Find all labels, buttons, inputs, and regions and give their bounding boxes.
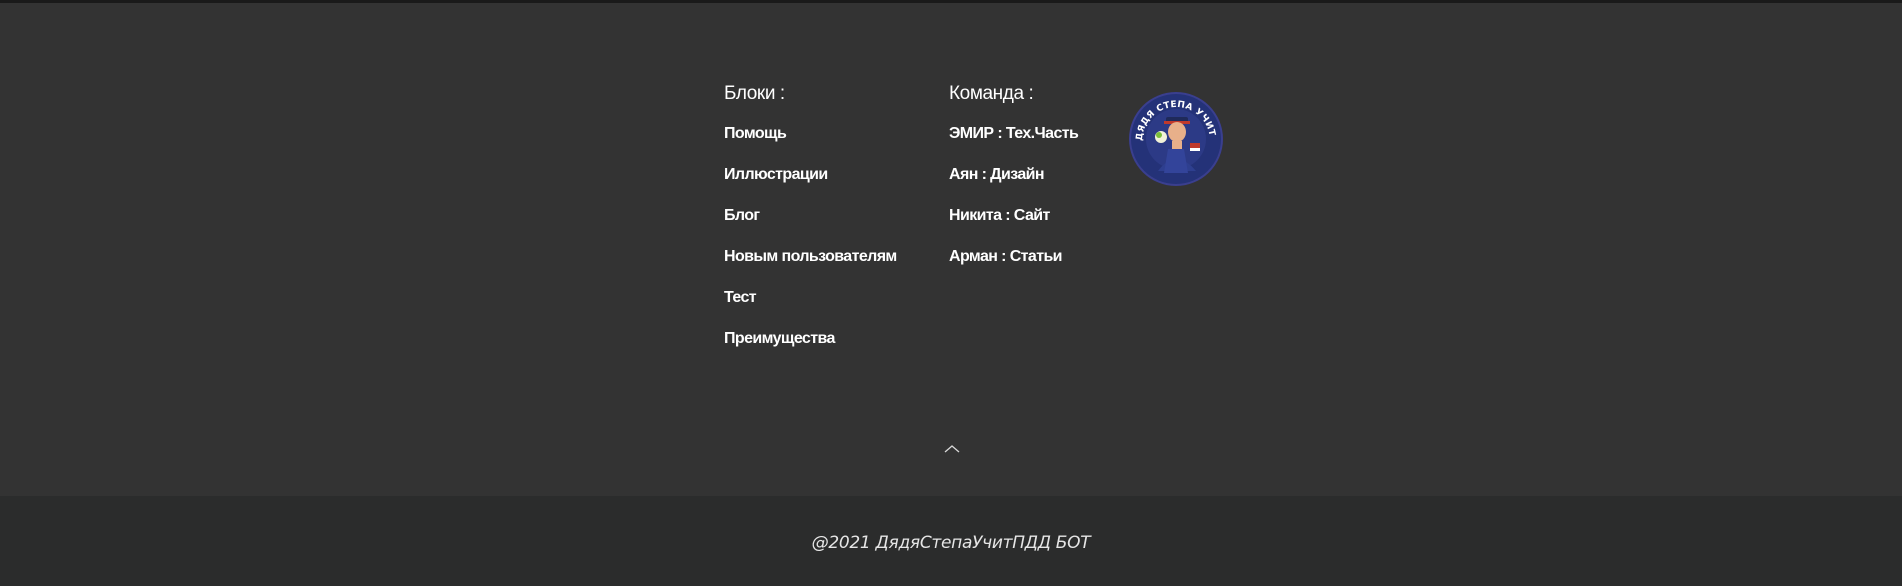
chevron-up-icon: [944, 445, 960, 453]
list-item: Арман : Статьи: [949, 247, 1078, 288]
team-member-emir: ЭМИР : Тех.Часть: [949, 125, 1079, 142]
list-item: Аян : Дизайн: [949, 165, 1078, 206]
list-item: Иллюстрации: [724, 165, 897, 206]
list-item: Блог: [724, 206, 897, 247]
list-item: Преимущества: [724, 329, 897, 370]
copyright-text: @2021 ДядяСтепаУчитПДД БОТ: [811, 533, 1091, 553]
blocks-column: Блоки : Помощь Иллюстрации Блог Новым по…: [724, 83, 897, 370]
list-item: Тест: [724, 288, 897, 329]
list-item: Новым пользователям: [724, 247, 897, 288]
link-test[interactable]: Тест: [724, 289, 757, 306]
logo-badge: ДЯДЯ СТЕПА УЧИТ ПДД: [1124, 84, 1223, 186]
footer-bottom: @2021 ДядяСтепаУчитПДД БОТ: [0, 496, 1902, 586]
logo: ДЯДЯ СТЕПА УЧИТ ПДД: [1124, 84, 1224, 187]
link-advantages[interactable]: Преимущества: [724, 330, 835, 347]
list-item: ЭМИР : Тех.Часть: [949, 124, 1079, 165]
team-list: ЭМИР : Тех.Часть Аян : Дизайн Никита : С…: [949, 124, 1079, 288]
team-member-arman: Арман : Статьи: [949, 248, 1063, 265]
link-illustrations[interactable]: Иллюстрации: [724, 166, 828, 183]
link-blog[interactable]: Блог: [724, 207, 760, 224]
team-column: Команда : ЭМИР : Тех.Часть Аян : Дизайн …: [949, 83, 1079, 288]
blocks-list: Помощь Иллюстрации Блог Новым пользовате…: [724, 124, 897, 370]
footer-main: Блоки : Помощь Иллюстрации Блог Новым по…: [0, 3, 1902, 496]
list-item: Никита : Сайт: [949, 206, 1078, 247]
team-member-nikita: Никита : Сайт: [949, 207, 1050, 224]
link-new-users[interactable]: Новым пользователям: [724, 248, 897, 265]
list-item: Помощь: [724, 124, 897, 165]
team-heading: Команда :: [949, 83, 1034, 104]
team-member-ayan: Аян : Дизайн: [949, 166, 1045, 183]
back-to-top-button[interactable]: [941, 441, 963, 455]
blocks-heading: Блоки :: [724, 83, 785, 104]
link-help[interactable]: Помощь: [724, 125, 787, 142]
